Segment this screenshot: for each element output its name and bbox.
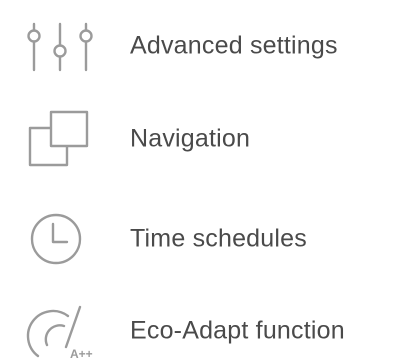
navigation-windows-icon <box>18 109 98 169</box>
menu-item-label: Navigation <box>130 124 251 153</box>
menu-item-eco-adapt[interactable]: A++ Eco-Adapt function <box>0 301 394 361</box>
menu-item-label: Time schedules <box>130 224 307 253</box>
menu-item-label: Eco-Adapt function <box>130 316 345 345</box>
eco-rating-text: A++ <box>70 347 93 361</box>
menu-item-time-schedules[interactable]: Time schedules <box>0 209 394 269</box>
clock-icon <box>18 209 98 269</box>
sliders-icon <box>18 16 98 76</box>
menu-item-navigation[interactable]: Navigation <box>0 109 394 169</box>
settings-menu: Advanced settings Navigation Time schedu… <box>0 0 394 361</box>
menu-item-label: Advanced settings <box>130 31 338 60</box>
menu-item-advanced-settings[interactable]: Advanced settings <box>0 16 394 76</box>
eco-gauge-icon: A++ <box>18 301 98 361</box>
